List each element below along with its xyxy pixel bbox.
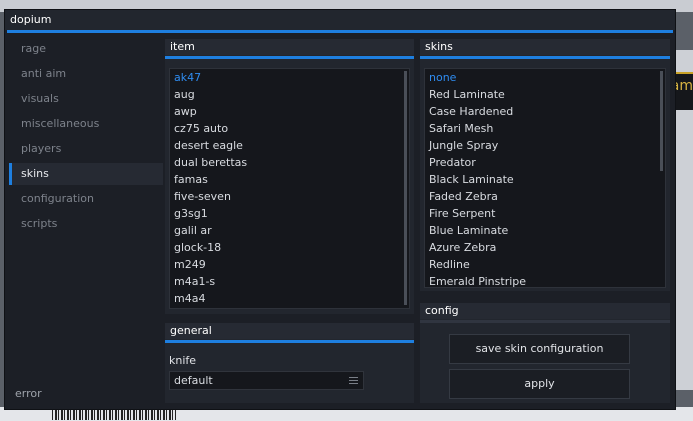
- item-list-scrollbar[interactable]: [404, 71, 407, 305]
- sidebar-item-rage[interactable]: rage: [9, 38, 163, 60]
- skins-list-item[interactable]: Case Hardened: [425, 103, 665, 120]
- item-list-item[interactable]: dual berettas: [170, 154, 409, 171]
- skins-list-item[interactable]: Redline: [425, 256, 665, 273]
- item-list-item[interactable]: aug: [170, 86, 409, 103]
- skins-list[interactable]: none Red Laminate Case Hardened Safari Mesh…: [424, 68, 666, 288]
- skins-list-item[interactable]: Jungle Spray: [425, 137, 665, 154]
- item-panel-title: item: [165, 39, 414, 55]
- skins-list-item[interactable]: Predator: [425, 154, 665, 171]
- save-skin-configuration-button[interactable]: save skin configuration: [449, 334, 630, 364]
- general-panel-title: general: [165, 323, 414, 339]
- menu-window: dopium rage anti aim visuals miscellaneo…: [4, 9, 676, 410]
- skins-list-item[interactable]: Azure Zebra: [425, 239, 665, 256]
- config-panel: config save skin configuration apply: [420, 303, 670, 403]
- skins-panel: skins none Red Laminate Case Hardened Safar…: [420, 39, 670, 291]
- sidebar-item-configuration[interactable]: configuration: [9, 188, 163, 210]
- skins-list-scrollbar[interactable]: [660, 71, 663, 171]
- skins-list-item[interactable]: Faded Zebra: [425, 188, 665, 205]
- sidebar: rage anti aim visuals miscellaneous play…: [9, 37, 163, 407]
- item-list-item[interactable]: desert eagle: [170, 137, 409, 154]
- item-panel-accent: [165, 56, 414, 59]
- config-panel-accent: [420, 320, 670, 323]
- item-list-item[interactable]: glock-18: [170, 239, 409, 256]
- sidebar-item-skins[interactable]: skins: [9, 163, 163, 185]
- config-panel-title: config: [420, 303, 670, 319]
- status-text: error: [15, 387, 42, 400]
- knife-label: knife: [169, 354, 197, 367]
- skins-list-item[interactable]: Fire Serpent: [425, 205, 665, 222]
- item-list-item[interactable]: famas: [170, 171, 409, 188]
- skins-list-item[interactable]: Blue Laminate: [425, 222, 665, 239]
- skins-list-item[interactable]: none: [425, 69, 665, 86]
- window-title: dopium: [10, 13, 52, 26]
- general-panel: general knife default: [165, 323, 414, 403]
- skins-list-item[interactable]: Black Laminate: [425, 171, 665, 188]
- item-list-item[interactable]: five-seven: [170, 188, 409, 205]
- skins-list-item[interactable]: Safari Mesh: [425, 120, 665, 137]
- menu-icon: [349, 377, 358, 384]
- knife-select[interactable]: default: [169, 371, 364, 390]
- skins-panel-accent: [420, 56, 670, 59]
- item-list-item[interactable]: m249: [170, 256, 409, 273]
- general-panel-accent: [165, 340, 414, 343]
- sidebar-item-miscellaneous[interactable]: miscellaneous: [9, 113, 163, 135]
- item-list-item[interactable]: m4a1-s: [170, 273, 409, 290]
- sidebar-item-visuals[interactable]: visuals: [9, 88, 163, 110]
- knife-select-value: default: [174, 374, 213, 387]
- item-list-item[interactable]: cz75 auto: [170, 120, 409, 137]
- skins-list-item[interactable]: Emerald Pinstripe: [425, 273, 665, 287]
- item-list[interactable]: ak47 aug awp cz75 auto desert eagle dual bere…: [169, 68, 410, 309]
- item-list-item[interactable]: awp: [170, 103, 409, 120]
- item-list-item[interactable]: g3sg1: [170, 205, 409, 222]
- item-panel: item ak47 aug awp cz75 auto desert eagle dual…: [165, 39, 414, 314]
- title-bar[interactable]: dopium: [5, 10, 675, 30]
- apply-button[interactable]: apply: [449, 369, 630, 399]
- skins-panel-title: skins: [420, 39, 670, 55]
- title-accent-bar: [7, 30, 673, 33]
- item-list-item[interactable]: ak47: [170, 69, 409, 86]
- skins-list-item[interactable]: Red Laminate: [425, 86, 665, 103]
- sidebar-item-anti-aim[interactable]: anti aim: [9, 63, 163, 85]
- sidebar-item-players[interactable]: players: [9, 138, 163, 160]
- item-list-item[interactable]: galil ar: [170, 222, 409, 239]
- item-list-item[interactable]: m4a4: [170, 290, 409, 307]
- sidebar-item-scripts[interactable]: scripts: [9, 213, 163, 235]
